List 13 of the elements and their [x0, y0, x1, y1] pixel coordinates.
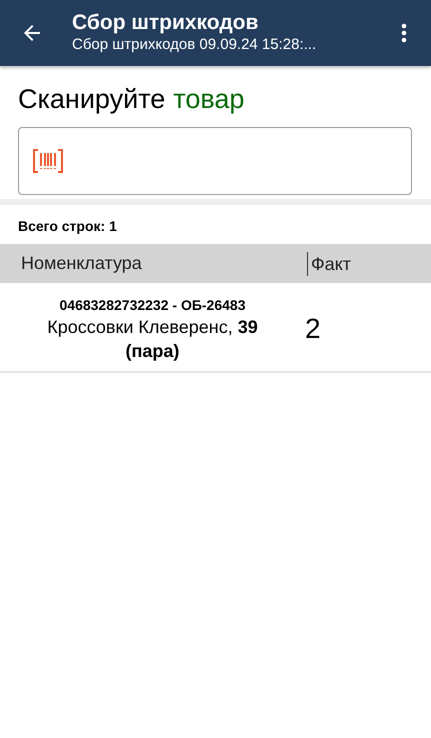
column-header: Номенклатура — [20, 253, 143, 274]
barcode-icon — [33, 149, 63, 173]
prompt-highlight: товар — [173, 84, 244, 115]
fact-quantity: 2 — [305, 313, 322, 345]
prompt-text: Сканируйте — [18, 84, 166, 115]
scan-field[interactable] — [18, 127, 412, 195]
item-name: Кроссовки Клеверенс, 39 (пара) — [46, 316, 259, 363]
row-count: Всего строк: 1 — [18, 218, 118, 234]
screen-title: Сбор штрихкодов — [72, 11, 260, 35]
column-header: Факт — [307, 252, 431, 276]
screen-subtitle: Сбор штрихкодов 09.09.24 15:28:... — [72, 35, 318, 55]
item-code: 04683282732232 - ОБ-26483 — [60, 296, 246, 315]
more-icon[interactable] — [401, 23, 407, 43]
